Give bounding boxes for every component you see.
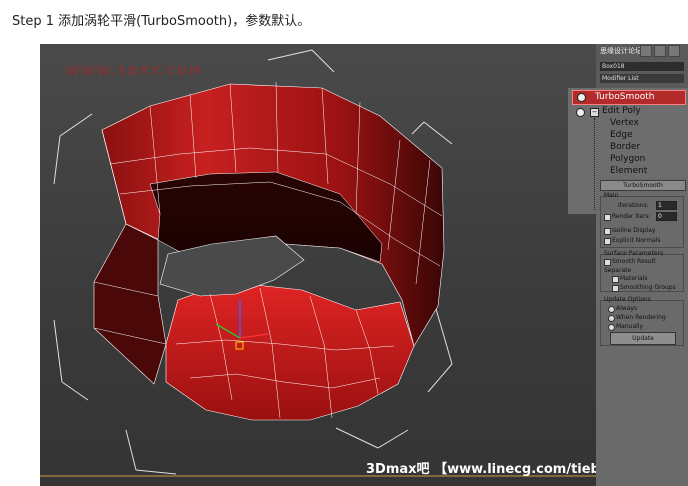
smoothing-groups-checkbox[interactable] <box>612 285 619 292</box>
isoline-label: Isoline Display <box>612 227 656 234</box>
tree-line <box>594 118 595 210</box>
main-label: Main <box>604 192 619 199</box>
subobject-edge[interactable]: Edge <box>610 130 633 140</box>
when-rendering-radio[interactable] <box>608 315 615 322</box>
bulb-icon[interactable] <box>576 108 585 117</box>
smooth-result-checkbox[interactable] <box>604 259 611 266</box>
expand-icon[interactable]: − <box>590 108 599 117</box>
bulb-icon[interactable] <box>577 93 586 102</box>
subobject-vertex[interactable]: Vertex <box>610 118 639 128</box>
stack-item-turbosmooth[interactable]: TurboSmooth <box>572 90 686 105</box>
always-radio[interactable] <box>608 306 615 313</box>
display-tab-icon[interactable] <box>668 45 680 57</box>
subobject-border[interactable]: Border <box>610 142 640 152</box>
subobject-polygon[interactable]: Polygon <box>610 154 645 164</box>
iterations-spinner[interactable]: 1 <box>656 201 677 210</box>
always-label: Always <box>616 305 638 312</box>
explicit-normals-label: Explicit Normals <box>612 237 661 244</box>
smoothing-groups-label: Smoothing Groups <box>620 284 676 291</box>
panel-tab-text: 思缘设计论坛 <box>600 47 642 55</box>
update-button[interactable]: Update <box>610 332 676 345</box>
iterations-label: Iterations: <box>618 202 649 209</box>
stack-item-label: TurboSmooth <box>595 92 655 102</box>
materials-checkbox[interactable] <box>612 276 619 283</box>
manually-radio[interactable] <box>608 324 615 331</box>
object-name-field[interactable]: Box018 <box>600 62 684 71</box>
surface-params-label: Surface Parameters <box>604 250 664 257</box>
viewport-watermark: WWW.3DXY.COM <box>66 64 204 78</box>
stack-item-edit-poly[interactable]: Edit Poly <box>602 106 641 116</box>
render-iters-checkbox[interactable] <box>604 214 611 221</box>
turbosmooth-rollout: TurboSmooth Main Iterations: 1 Render It… <box>596 178 688 486</box>
update-options-label: Update Options <box>604 296 651 303</box>
smooth-result-label: Smooth Result <box>612 258 656 265</box>
hierarchy-tab-icon[interactable] <box>654 45 666 57</box>
mesh-front-floor <box>165 283 415 421</box>
render-iters-label: Render Iters: <box>612 213 651 220</box>
materials-label: Materials <box>620 275 648 282</box>
render-iters-spinner[interactable]: 0 <box>656 212 677 221</box>
when-rendering-label: When Rendering <box>616 314 666 321</box>
rollout-header[interactable]: TurboSmooth <box>600 180 686 191</box>
modifier-list-dropdown[interactable]: Modifier List <box>600 74 684 83</box>
manually-label: Manually <box>616 323 644 330</box>
tutorial-caption: Step 1 添加涡轮平滑(TurboSmooth)，参数默认。 <box>12 14 311 29</box>
separate-label: Separate <box>604 267 632 274</box>
subobject-element[interactable]: Element <box>610 166 647 176</box>
viewport[interactable]: WWW.3DXY.COM 3Dmax吧 【www.linecg.com/tieb… <box>40 44 688 486</box>
explicit-normals-checkbox[interactable] <box>604 238 611 245</box>
isoline-checkbox[interactable] <box>604 228 611 235</box>
modify-tab-icon[interactable] <box>640 45 652 57</box>
command-panel-top: 思缘设计论坛 Box018 Modifier List <box>596 44 688 88</box>
